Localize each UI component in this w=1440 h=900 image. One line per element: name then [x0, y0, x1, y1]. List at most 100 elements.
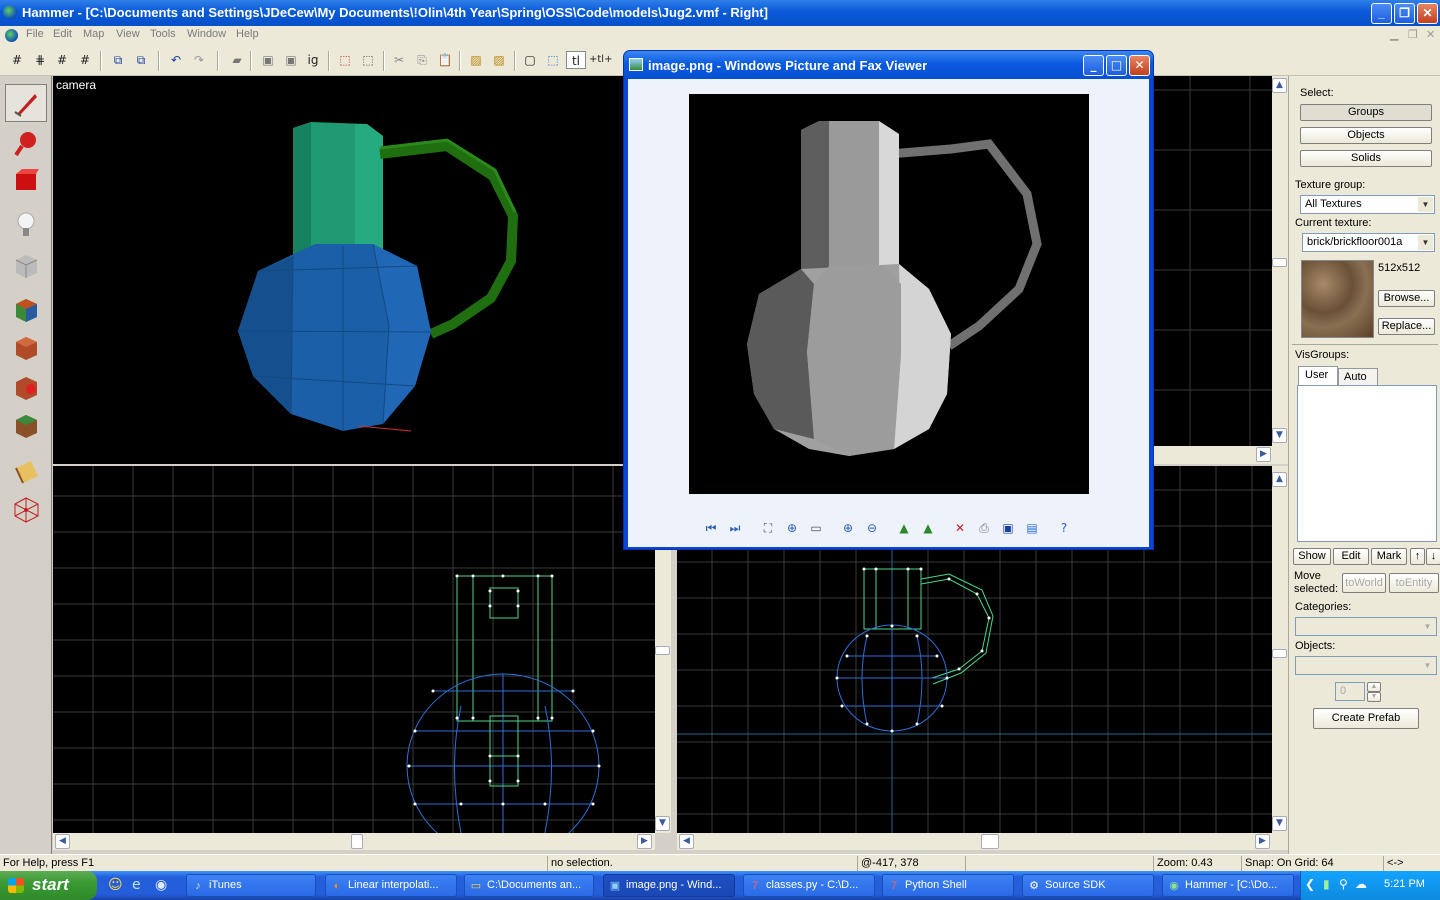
copy-icon[interactable]: ⎘ [412, 51, 432, 69]
tray-expand-icon[interactable]: ❮ [1305, 877, 1315, 891]
texture-lock-text-button[interactable]: tl [566, 51, 586, 69]
vertex-tool[interactable] [5, 490, 47, 528]
entity-tool[interactable] [5, 206, 47, 244]
menu-window[interactable]: Window [187, 28, 226, 40]
clipping-tool[interactable] [5, 452, 47, 490]
next-image-icon[interactable]: ⏭ [726, 519, 744, 537]
selection-box-icon[interactable]: ▢ [520, 51, 540, 69]
taskbar-item-explorer[interactable]: ▭ C:\Documents an... [464, 874, 594, 897]
decal-tool[interactable] [5, 368, 47, 406]
scroll-left-icon[interactable]: ◀ [55, 834, 70, 849]
help-icon[interactable]: ? [1055, 519, 1073, 537]
zoom-in-icon[interactable]: ⊕ [839, 519, 857, 537]
scroll-thumb[interactable] [655, 646, 670, 655]
rotate-counterclockwise-icon[interactable]: ▲ [919, 519, 937, 537]
viewer-maximize-button[interactable]: □ [1106, 55, 1127, 76]
texture-group-select[interactable]: All Textures ▼ [1300, 195, 1435, 214]
select-objects-button[interactable]: Objects [1300, 127, 1432, 144]
texture-lock-icon[interactable]: ⬚ [335, 51, 355, 69]
show-icon[interactable]: ▣ [281, 51, 301, 69]
taskbar-item-python-shell[interactable]: 7 Python Shell [882, 874, 1014, 897]
best-fit-icon[interactable]: ⛶ [759, 519, 777, 537]
mdi-close-button[interactable]: ✕ [1426, 28, 1435, 41]
edit-button[interactable]: Edit [1333, 548, 1369, 565]
menu-tools[interactable]: Tools [150, 28, 176, 40]
scroll-right-icon[interactable]: ▶ [1256, 447, 1271, 462]
scroll-down-icon[interactable]: ▼ [655, 816, 670, 831]
previous-image-icon[interactable]: ⏮ [702, 519, 720, 537]
menu-edit[interactable]: Edit [53, 28, 72, 40]
viewer-title-bar[interactable]: image.png - Windows Picture and Fax View… [624, 51, 1153, 79]
scroll-right-icon[interactable]: ▶ [637, 834, 652, 849]
spin-down-icon[interactable]: ▼ [1367, 692, 1381, 702]
taskbar-item-hammer[interactable]: ◉ Hammer - [C:\Do... [1162, 874, 1294, 897]
scroll-thumb[interactable] [1272, 649, 1287, 658]
grid-toggle-icon[interactable]: # [7, 51, 27, 69]
menu-file[interactable]: File [26, 28, 44, 40]
selection-tool[interactable] [5, 84, 47, 122]
grid-smaller-icon[interactable]: # [52, 51, 72, 69]
app-title-bar[interactable]: Hammer - [C:\Documents and Settings\JDeC… [0, 0, 1440, 26]
tray-network-icon[interactable]: ▮ [1323, 877, 1330, 891]
paste-icon[interactable]: 📋 [435, 51, 455, 69]
align-text-button[interactable]: +tl+ [589, 51, 612, 69]
camera-viewport[interactable]: camera [53, 76, 625, 464]
menu-view[interactable]: View [116, 28, 140, 40]
scroll-down-icon[interactable]: ▼ [1272, 428, 1287, 443]
carve-icon[interactable]: ▰ [227, 51, 247, 69]
print-icon[interactable]: ⎙ [975, 519, 993, 537]
ungroup-icon[interactable]: ⧉ [131, 51, 151, 69]
top-view-vscrollbar[interactable]: ▲ ▼ [1272, 76, 1288, 446]
mdi-minimize-button[interactable]: ▁ [1390, 28, 1398, 41]
scroll-thumb[interactable] [1272, 258, 1287, 267]
viewer-minimize-button[interactable]: _ [1083, 55, 1104, 76]
to-entity-button[interactable]: toEntity [1389, 573, 1439, 593]
overlay-tool[interactable] [5, 406, 47, 444]
scroll-thumb[interactable] [351, 834, 363, 849]
menu-map[interactable]: Map [83, 28, 104, 40]
hide-icon[interactable]: ▣ [258, 51, 278, 69]
texture-scale-lock-icon[interactable]: ⬚ [358, 51, 378, 69]
scroll-thumb[interactable] [981, 834, 999, 849]
block-tool[interactable] [5, 246, 47, 284]
top-view-hscrollbar[interactable]: ▶ [1154, 446, 1288, 464]
texture-application-tool[interactable] [5, 290, 47, 328]
edit-image-icon[interactable]: ▤ [1023, 519, 1041, 537]
categories-select[interactable]: ▼ [1295, 617, 1437, 636]
apply-texture-tool[interactable] [5, 328, 47, 366]
taskbar-item-firefox[interactable]: ◐ Linear interpolati... [325, 874, 457, 897]
undo-icon[interactable]: ↶ [166, 51, 186, 69]
restore-button[interactable]: ❐ [1394, 3, 1415, 24]
start-button[interactable]: start [0, 871, 97, 900]
mdi-restore-button[interactable]: ❐ [1408, 28, 1418, 41]
scroll-up-icon[interactable]: ▲ [1272, 472, 1287, 487]
group-icon[interactable]: ⧉ [108, 51, 128, 69]
select-groups-button[interactable]: Groups [1300, 104, 1432, 121]
magnify-tool[interactable] [5, 124, 47, 162]
tray-messenger-icon[interactable]: ☁ [1355, 877, 1367, 891]
spin-up-icon[interactable]: ▲ [1367, 682, 1381, 692]
to-world-button[interactable]: toWorld [1342, 573, 1386, 593]
camera-tool[interactable] [5, 162, 47, 200]
taskbar-item-source-sdk[interactable]: ⚙ Source SDK [1022, 874, 1154, 897]
scroll-right-icon[interactable]: ▶ [1255, 834, 1270, 849]
replace-button[interactable]: Replace... [1378, 318, 1435, 335]
scroll-up-icon[interactable]: ▲ [1272, 78, 1287, 93]
count-field[interactable]: 0 [1335, 682, 1365, 701]
picture-viewer-window[interactable]: image.png - Windows Picture and Fax View… [623, 50, 1154, 550]
redo-icon[interactable]: ↷ [189, 51, 209, 69]
quicklaunch-app-icon[interactable]: ◉ [155, 877, 167, 893]
toggle-helpers-icon[interactable]: ▨ [466, 51, 486, 69]
taskbar-item-classes-py[interactable]: 7 classes.py - C:\D... [743, 874, 875, 897]
scroll-left-icon[interactable]: ◀ [679, 834, 694, 849]
cut-icon[interactable]: ✂ [389, 51, 409, 69]
save-icon[interactable]: ▣ [999, 519, 1017, 537]
menu-help[interactable]: Help [236, 28, 259, 40]
rotate-clockwise-icon[interactable]: ▲ [895, 519, 913, 537]
show-button[interactable]: Show [1293, 548, 1331, 565]
slideshow-icon[interactable]: ▭ [807, 519, 825, 537]
actual-size-icon[interactable]: ⊕ [783, 519, 801, 537]
zoom-out-icon[interactable]: ⊖ [863, 519, 881, 537]
tab-user[interactable]: User [1298, 366, 1338, 386]
side-view-vscrollbar[interactable]: ▲ ▼ [1272, 466, 1288, 833]
